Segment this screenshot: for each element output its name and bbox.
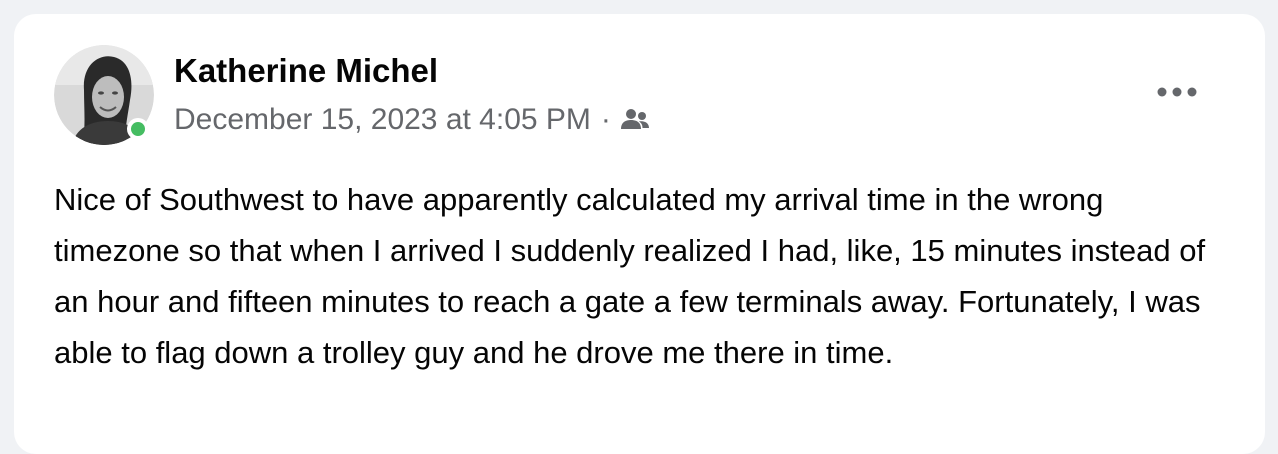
author-name[interactable]: Katherine Michel bbox=[174, 52, 438, 90]
post-card: Katherine Michel December 15, 2023 at 4:… bbox=[14, 14, 1265, 454]
friends-icon[interactable] bbox=[619, 107, 651, 133]
more-options-button[interactable] bbox=[1146, 72, 1208, 112]
post-timestamp[interactable]: December 15, 2023 at 4:05 PM bbox=[174, 103, 591, 137]
post-body-text: Nice of Southwest to have apparently cal… bbox=[54, 182, 1206, 370]
author-avatar[interactable] bbox=[54, 45, 154, 145]
online-status-indicator bbox=[127, 118, 149, 140]
post-meta: December 15, 2023 at 4:05 PM · bbox=[174, 102, 651, 138]
more-options-icon bbox=[1157, 87, 1197, 97]
meta-separator: · bbox=[600, 103, 611, 136]
